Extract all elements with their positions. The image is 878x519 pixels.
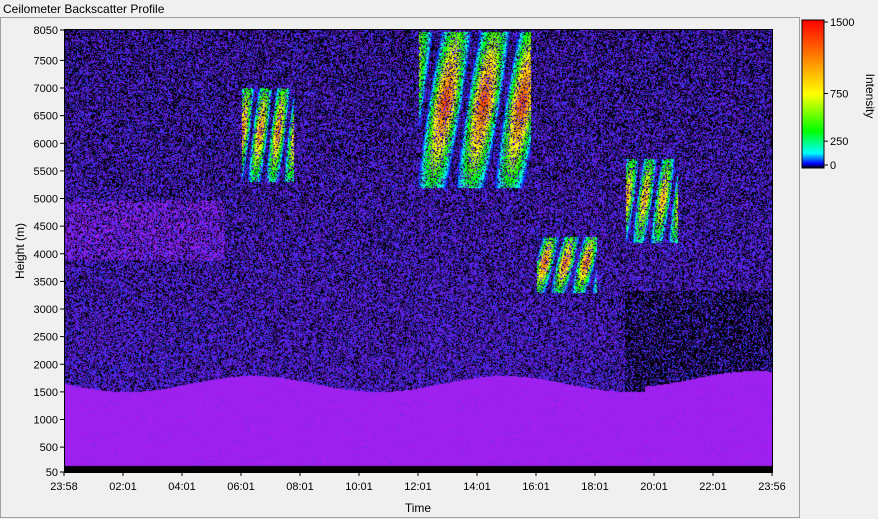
x-tick-label: 22:01 [699, 481, 727, 493]
x-tick-label: 18:01 [581, 481, 609, 493]
y-tick-label: 1500 [34, 387, 58, 399]
colorbar-ticks: 1500 750 250 0 [824, 17, 854, 172]
x-axis-label: Time [405, 501, 432, 515]
colorbar [801, 19, 825, 169]
colorbar-label: Intensity [863, 74, 877, 119]
y-tick-label: 4000 [34, 249, 58, 261]
x-tick-label: 06:01 [227, 481, 255, 493]
x-tick-label: 02:01 [109, 481, 137, 493]
y-tick-label: 5000 [34, 194, 58, 206]
y-tick-label: 6500 [34, 111, 58, 123]
x-tick-label: 16:01 [522, 481, 550, 493]
x-tick-label: 20:01 [640, 481, 668, 493]
y-tick-label: 6000 [34, 138, 58, 150]
y-tick-label: 500 [40, 442, 58, 454]
y-tick-label: 1000 [34, 415, 58, 427]
x-tick-label: 23:58 [50, 481, 78, 493]
y-tick-label: 7500 [34, 55, 58, 67]
y-tick-label: 3000 [34, 304, 58, 316]
chart-frame: 8050750070006500600055005000450040003500… [0, 17, 877, 518]
colorbar-tick-label: 750 [830, 89, 848, 101]
x-tick-label: 10:01 [345, 481, 373, 493]
x-tick-label: 23:56 [758, 481, 786, 493]
x-tick-label: 12:01 [404, 481, 432, 493]
y-tick-label: 4500 [34, 221, 58, 233]
x-tick-label: 08:01 [286, 481, 314, 493]
x-axis: 23:58 02:01 04:01 06:01 08:01 10:01 12:01 14:01… [50, 472, 786, 493]
y-tick-label: 3500 [34, 276, 58, 288]
heatmap-area [64, 30, 772, 472]
y-tick-label: 7000 [34, 83, 58, 95]
y-axis: 8050 7500 7000 6500 6000 5500 5000 4500 4000 3500… [34, 25, 64, 479]
colorbar-tick-label: 1500 [830, 17, 854, 29]
y-tick-label: 50 [46, 467, 58, 479]
colorbar-tick-label: 250 [830, 136, 848, 148]
y-tick-label: 2500 [34, 332, 58, 344]
x-tick-label: 04:01 [168, 481, 196, 493]
heatmap-image [64, 30, 772, 472]
y-tick-label: 2000 [34, 359, 58, 371]
colorbar-tick-label: 0 [830, 160, 836, 172]
y-tick-label: 8050 [34, 25, 58, 37]
y-axis-label: Height (m) [13, 223, 27, 279]
y-tick-label: 5500 [34, 166, 58, 178]
x-tick-label: 14:01 [463, 481, 491, 493]
